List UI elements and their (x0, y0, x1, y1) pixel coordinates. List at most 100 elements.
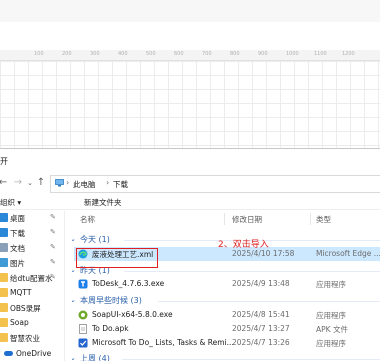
ruler-tick: 300 (90, 51, 100, 57)
this-pc-icon (55, 179, 64, 187)
document-icon (0, 243, 8, 252)
file-row[interactable]: ToDesk_4.7.6.3.exe 2025/4/9 13:48 应用程序 (74, 277, 380, 291)
file-date: 2025/4/7 13:27 (232, 324, 290, 333)
collapse-chevron-icon[interactable]: ⌄ (72, 235, 76, 243)
ruler-tick: 900 (258, 51, 268, 57)
nav-item-folder-mqtt[interactable]: MQTT (0, 286, 64, 301)
new-folder-button[interactable]: 新建文件夹 (84, 197, 122, 208)
breadcrumb-downloads[interactable]: 下载 (113, 179, 128, 190)
file-name: Microsoft To Do_ Lists, Tasks & Remi... (92, 338, 234, 347)
ruler-tick: 100 (34, 51, 44, 57)
ruler-tick: 700 (202, 51, 212, 57)
group-header-today[interactable]: 今天 (1) (80, 234, 110, 245)
column-divider[interactable] (224, 213, 225, 225)
file-name: SoapUI-x64-5.8.0.exe (92, 310, 173, 319)
nav-item-label: OBS录屏 (10, 304, 41, 313)
group-header-earlier-this-week[interactable]: 本周早些时候 (3) (80, 295, 142, 306)
annotation-highlight-box (76, 248, 158, 268)
back-arrow-icon[interactable]: ← (0, 176, 9, 190)
file-type: Microsoft Edge ... (316, 249, 380, 258)
download-icon (0, 228, 8, 237)
apk-icon (79, 324, 87, 334)
soapui-icon (78, 310, 88, 320)
file-name: ToDesk_4.7.6.3.exe (92, 279, 165, 288)
nav-item-label: 图片 (10, 259, 25, 268)
navigation-bar: ← → ⌄ ↑ › 此电脑 › 下载 (0, 173, 380, 193)
folder-icon (0, 288, 8, 297)
file-type: APK 文件 (316, 325, 348, 334)
organize-menu-button[interactable]: 组织 ▾ (0, 197, 21, 208)
nav-item-label: 智慧农业 (10, 334, 40, 343)
pin-icon: ✎ (50, 273, 56, 281)
picture-icon (0, 258, 8, 267)
collapse-chevron-icon[interactable]: ⌄ (72, 296, 76, 304)
pin-icon: ✎ (50, 213, 56, 221)
desktop-icon (0, 213, 8, 222)
folder-icon (0, 333, 8, 342)
ruler-tick: 600 (174, 51, 184, 57)
annotation-note: 2、双击导入 (218, 240, 269, 250)
nav-item-label: 下载 (10, 229, 25, 238)
ruler-tick: 1000 (286, 51, 299, 57)
nav-item-folder-agriculture[interactable]: 智慧农业 (0, 331, 64, 346)
ruler-tick: 400 (118, 51, 128, 57)
file-date: 2025/4/10 17:58 (232, 249, 295, 258)
background-app-window: 100 200 300 400 500 600 700 800 900 1000… (0, 0, 380, 148)
file-name: To Do.apk (92, 324, 129, 333)
dialog-title-bar[interactable]: 开 (0, 149, 380, 171)
nav-item-pictures[interactable]: 图片 ✎ (0, 256, 64, 271)
expand-chevron-icon: › (0, 348, 1, 356)
folder-icon (0, 303, 8, 312)
file-type: 应用程序 (316, 280, 346, 289)
nav-item-documents[interactable]: 文档 ✎ (0, 241, 64, 256)
ruler-tick: 200 (62, 51, 72, 57)
breadcrumb-this-pc[interactable]: 此电脑 (73, 179, 96, 190)
file-date: 2025/4/9 13:48 (232, 279, 290, 288)
file-date: 2025/4/7 13:26 (232, 338, 290, 347)
nav-item-label: 给dtu配置水 (10, 274, 53, 283)
nav-item-desktop[interactable]: 桌面 ✎ (0, 211, 64, 226)
column-header-type[interactable]: 类型 (316, 214, 331, 225)
up-arrow-icon[interactable]: ↑ (35, 176, 47, 190)
nav-item-folder-dtu[interactable]: 给dtu配置水 ✎ (0, 271, 64, 286)
column-header-name[interactable]: 名称 (80, 214, 95, 225)
ruler-tick: 500 (146, 51, 156, 57)
navigation-pane: 桌面 ✎ 下载 ✎ 文档 ✎ 图片 ✎ 给dtu配置水 ✎ MQTT OBS录屏… (0, 211, 65, 361)
breadcrumb-separator-icon: › (66, 178, 70, 187)
nav-item-downloads[interactable]: 下载 ✎ (0, 226, 64, 241)
background-toolbar (0, 22, 380, 51)
background-ruler: 100 200 300 400 500 600 700 800 900 1000… (0, 50, 380, 61)
breadcrumb-separator-icon: › (106, 178, 110, 187)
pin-icon: ✎ (50, 243, 56, 251)
nav-item-label: 文档 (10, 244, 25, 253)
open-file-dialog: 开 ← → ⌄ ↑ › 此电脑 › 下载 组织 ▾ 新建文件夹 桌面 ✎ 下载 (0, 148, 380, 361)
file-row[interactable]: Microsoft To Do_ Lists, Tasks & Remi... … (74, 336, 380, 350)
todesk-icon (78, 279, 88, 289)
folder-icon (0, 318, 8, 327)
column-header-date[interactable]: 修改日期 (232, 214, 262, 225)
file-row[interactable]: SoapUI-x64-5.8.0.exe 2025/4/8 15:41 应用程序 (74, 308, 380, 322)
file-row[interactable]: To Do.apk 2025/4/7 13:27 APK 文件 (74, 322, 380, 336)
nav-item-folder-obs[interactable]: OBS录屏 (0, 301, 64, 316)
cloud-icon (4, 351, 13, 356)
ruler-tick: 800 (230, 51, 240, 57)
nav-item-label: MQTT (10, 288, 32, 297)
background-canvas-grid[interactable] (0, 61, 380, 148)
forward-arrow-icon[interactable]: → (12, 176, 24, 190)
nav-item-label: Soap (10, 318, 29, 327)
folder-icon (0, 273, 8, 282)
column-divider[interactable] (310, 213, 311, 225)
group-divider (158, 301, 380, 302)
nav-item-label: 桌面 (10, 214, 25, 223)
pin-icon: ✎ (50, 228, 56, 236)
background-title-bar (0, 0, 380, 22)
ruler-tick: 1100 (314, 51, 327, 57)
nav-item-label: OneDrive (16, 349, 52, 358)
pin-icon: ✎ (50, 258, 56, 266)
nav-item-folder-soap[interactable]: Soap (0, 316, 64, 331)
ruler-tick: 1200 (342, 51, 355, 57)
group-divider (124, 271, 380, 272)
dialog-title: 开 (0, 157, 8, 166)
address-bar[interactable]: › 此电脑 › 下载 (50, 175, 380, 193)
file-type: 应用程序 (316, 339, 346, 348)
